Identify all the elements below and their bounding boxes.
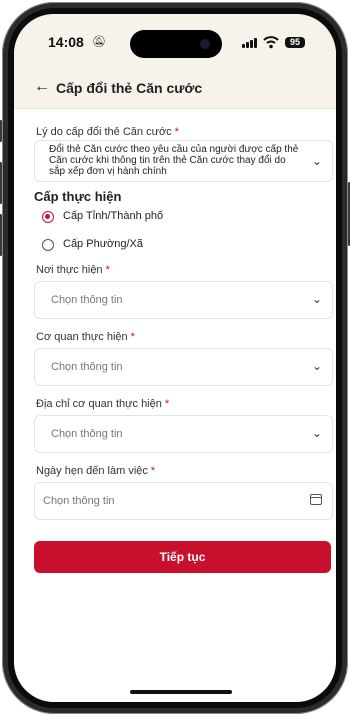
address-label-text: Địa chỉ cơ quan thực hiện <box>36 398 162 410</box>
calendar-icon <box>310 494 322 505</box>
volume-down-button <box>0 214 2 256</box>
battery-icon: 95 <box>285 37 305 48</box>
screen: 14:08 🔕︎ 95 ← Cấp đổi thẻ Căn cước Lý do… <box>14 14 336 702</box>
reason-label-text: Lý do cấp đổi thẻ Căn cước <box>36 126 172 138</box>
radio-ward-label: Cấp Phường/Xã <box>63 238 144 250</box>
date-placeholder: Chọn thông tin <box>43 495 115 507</box>
level-label: Cấp thực hiện <box>34 189 122 204</box>
clock: 14:08 <box>48 34 84 50</box>
home-indicator <box>130 690 232 694</box>
bell-muted-icon: 🔕︎ <box>92 36 106 48</box>
radio-ward[interactable] <box>42 239 54 251</box>
date-label: Ngày hẹn đến làm việc * <box>36 465 155 477</box>
reason-value: Đổi thẻ Căn cước theo yêu cầu của người … <box>49 144 299 177</box>
place-select[interactable]: Chọn thông tin ⌄ <box>34 281 333 319</box>
mute-switch <box>0 120 2 142</box>
radio-province-label: Cấp Tỉnh/Thành phố <box>63 210 164 222</box>
required-mark: * <box>130 331 135 343</box>
chevron-down-icon: ⌄ <box>311 426 322 440</box>
volume-up-button <box>0 162 2 204</box>
required-mark: * <box>105 264 110 276</box>
required-mark: * <box>150 465 156 477</box>
address-label: Địa chỉ cơ quan thực hiện * <box>36 398 169 410</box>
arrow-left-icon[interactable]: ← <box>34 78 50 96</box>
signal-icon <box>242 38 258 48</box>
bezel: 14:08 🔕︎ 95 ← Cấp đổi thẻ Căn cước Lý do… <box>8 8 342 708</box>
reason-label: Lý do cấp đổi thẻ Căn cước * <box>36 126 179 138</box>
place-label: Nơi thực hiện * <box>36 264 110 276</box>
agency-select[interactable]: Chọn thông tin ⌄ <box>34 348 333 386</box>
dynamic-island <box>130 30 222 58</box>
date-label-text: Ngày hẹn đến làm việc <box>36 465 148 477</box>
phone-frame: 14:08 🔕︎ 95 ← Cấp đổi thẻ Căn cước Lý do… <box>0 2 350 714</box>
chevron-down-icon: ⌄ <box>311 292 322 306</box>
required-mark: * <box>174 126 179 138</box>
agency-label-text: Cơ quan thực hiện <box>36 331 128 343</box>
agency-label: Cơ quan thực hiện * <box>36 331 135 343</box>
continue-button[interactable]: Tiếp tục <box>34 541 331 573</box>
address-select[interactable]: Chọn thông tin ⌄ <box>34 415 333 453</box>
wifi-icon <box>263 36 279 49</box>
radio-province[interactable] <box>42 211 54 223</box>
address-placeholder: Chọn thông tin <box>51 428 123 440</box>
page-title: Cấp đổi thẻ Căn cước <box>56 80 203 96</box>
app-header: ← Cấp đổi thẻ Căn cước <box>14 70 336 109</box>
camera-icon <box>200 39 210 49</box>
place-placeholder: Chọn thông tin <box>51 294 123 306</box>
place-label-text: Nơi thực hiện <box>36 264 103 276</box>
date-picker[interactable]: Chọn thông tin <box>34 482 333 520</box>
chevron-down-icon: ⌄ <box>311 154 322 168</box>
required-mark: * <box>164 398 170 410</box>
reason-select[interactable]: Đổi thẻ Căn cước theo yêu cầu của người … <box>34 140 333 182</box>
status-bar: 14:08 🔕︎ 95 <box>14 14 336 70</box>
agency-placeholder: Chọn thông tin <box>51 361 123 373</box>
chevron-down-icon: ⌄ <box>311 359 322 373</box>
